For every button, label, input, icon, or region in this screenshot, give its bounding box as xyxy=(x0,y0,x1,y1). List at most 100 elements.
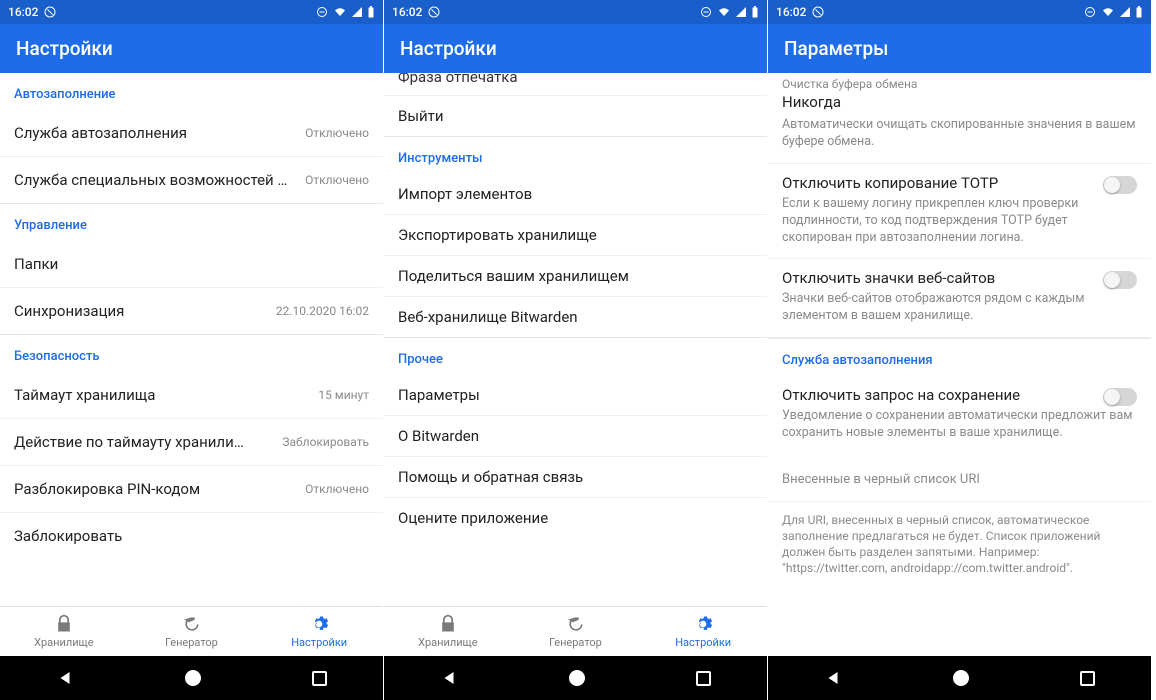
item-import[interactable]: Импорт элементов xyxy=(384,174,767,214)
section-other: Прочее xyxy=(384,337,767,375)
item-share-vault[interactable]: Поделиться вашим хранилищем xyxy=(384,255,767,296)
item-label: Служба специальных возможностей … xyxy=(14,171,287,189)
option-desc: Уведомление о сохранении автоматически п… xyxy=(782,408,1137,442)
nav-home-icon[interactable] xyxy=(185,670,201,686)
tab-settings[interactable]: Настройки xyxy=(255,607,383,656)
nav-home-icon[interactable] xyxy=(953,670,969,686)
bottom-tabs: Хранилище Генератор Настройки xyxy=(384,606,767,656)
option-disable-totp-copy[interactable]: Отключить копирование TOTP Если к вашему… xyxy=(768,164,1151,260)
toggle-switch[interactable] xyxy=(1103,388,1137,406)
option-title: Отключить значки веб-сайтов xyxy=(782,269,995,287)
item-vault-timeout[interactable]: Таймаут хранилища 15 минут xyxy=(0,372,383,418)
item-label: Служба автозаполнения xyxy=(14,124,187,142)
tab-vault[interactable]: Хранилище xyxy=(384,607,512,656)
wifi-icon xyxy=(1101,6,1115,18)
status-bar: 16:02 xyxy=(384,0,767,24)
dnd-icon xyxy=(699,6,713,18)
item-label: О Bitwarden xyxy=(398,427,479,445)
tab-label: Хранилище xyxy=(418,636,477,649)
tab-settings[interactable]: Настройки xyxy=(639,607,767,656)
item-label: Действие по таймауту хранили… xyxy=(14,433,244,451)
item-options[interactable]: Параметры xyxy=(384,375,767,415)
toggle-switch[interactable] xyxy=(1103,176,1137,194)
item-value: Отключено xyxy=(305,482,369,496)
tab-generator[interactable]: Генератор xyxy=(128,607,256,656)
option-clear-clipboard[interactable]: Очистка буфера обмена Никогда Автоматиче… xyxy=(768,73,1151,164)
status-icon xyxy=(812,6,824,18)
nav-back-icon[interactable] xyxy=(56,669,74,687)
app-bar: Настройки xyxy=(384,24,767,73)
tab-label: Настройки xyxy=(675,636,731,649)
item-folders[interactable]: Папки xyxy=(0,241,383,287)
screenshot-1: 16:02 Настройки Автозаполнение Служба ав… xyxy=(0,0,384,700)
item-web-vault[interactable]: Веб-хранилище Bitwarden xyxy=(384,296,767,337)
item-label: Экспортировать хранилище xyxy=(398,226,597,244)
item-help[interactable]: Помощь и обратная связь xyxy=(384,456,767,497)
item-label: Поделиться вашим хранилищем xyxy=(398,267,629,285)
settings-list[interactable]: Фраза отпечатка Выйти Инструменты Импорт… xyxy=(384,73,767,606)
status-time: 16:02 xyxy=(8,5,38,19)
toggle-switch[interactable] xyxy=(1103,271,1137,289)
tab-label: Генератор xyxy=(165,636,218,649)
status-bar: 16:02 xyxy=(768,0,1151,24)
nav-recent-icon[interactable] xyxy=(696,671,711,686)
battery-icon xyxy=(367,6,375,18)
refresh-icon xyxy=(182,614,202,634)
battery-icon xyxy=(751,6,759,18)
item-value: 15 минут xyxy=(318,388,369,402)
option-disable-save-prompt[interactable]: Отключить запрос на сохранение Уведомлен… xyxy=(768,376,1151,454)
section-autofill: Автозаполнение xyxy=(0,73,383,110)
screenshot-2: 16:02 Настройки Фраза отпечатка Выйти Ин… xyxy=(384,0,768,700)
item-sync[interactable]: Синхронизация 22.10.2020 16:02 xyxy=(0,287,383,334)
item-vault-timeout-action[interactable]: Действие по таймауту хранили… Заблокиров… xyxy=(0,418,383,465)
nav-recent-icon[interactable] xyxy=(312,671,327,686)
option-title: Отключить запрос на сохранение xyxy=(782,386,1020,404)
item-label: Синхронизация xyxy=(14,302,124,320)
status-icon xyxy=(428,6,440,18)
lock-icon xyxy=(54,614,74,634)
item-about[interactable]: О Bitwarden xyxy=(384,415,767,456)
option-disable-website-icons[interactable]: Отключить значки веб-сайтов Значки веб-с… xyxy=(768,259,1151,338)
item-value: Заблокировать xyxy=(282,435,369,449)
tab-label: Хранилище xyxy=(34,636,93,649)
page-title: Параметры xyxy=(784,37,888,60)
item-fingerprint-phrase[interactable]: Фраза отпечатка xyxy=(384,73,767,95)
item-pin-unlock[interactable]: Разблокировка PIN-кодом Отключено xyxy=(0,465,383,512)
section-manage: Управление xyxy=(0,203,383,241)
option-desc: Если к вашему логину прикреплен ключ про… xyxy=(782,196,1137,247)
section-tools: Инструменты xyxy=(384,136,767,174)
option-blacklisted-uris[interactable]: Внесенные в черный список URI xyxy=(768,454,1151,501)
item-label: Таймаут хранилища xyxy=(14,386,155,404)
settings-list[interactable]: Автозаполнение Служба автозаполнения Отк… xyxy=(0,73,383,606)
item-rate[interactable]: Оцените приложение xyxy=(384,497,767,538)
status-time: 16:02 xyxy=(392,5,422,19)
screenshot-3: 16:02 Параметры Очистка буфера обмена Ни… xyxy=(768,0,1152,700)
tab-vault[interactable]: Хранилище xyxy=(0,607,128,656)
system-nav xyxy=(0,656,383,700)
item-label: Заблокировать xyxy=(14,527,122,545)
system-nav xyxy=(384,656,767,700)
wifi-icon xyxy=(333,6,347,18)
options-list[interactable]: Очистка буфера обмена Никогда Автоматиче… xyxy=(768,73,1151,656)
item-accessibility-service[interactable]: Служба специальных возможностей … Отключ… xyxy=(0,156,383,203)
option-label: Внесенные в черный список URI xyxy=(782,472,1137,487)
item-label: Параметры xyxy=(398,386,480,404)
item-label: Разблокировка PIN-кодом xyxy=(14,480,200,498)
item-autofill-service[interactable]: Служба автозаполнения Отключено xyxy=(0,110,383,156)
item-label: Веб-хранилище Bitwarden xyxy=(398,308,578,326)
nav-back-icon[interactable] xyxy=(440,669,458,687)
tab-label: Генератор xyxy=(549,636,602,649)
app-bar: Параметры xyxy=(768,24,1151,73)
dnd-icon xyxy=(1083,6,1097,18)
tab-generator[interactable]: Генератор xyxy=(512,607,640,656)
nav-back-icon[interactable] xyxy=(824,669,842,687)
status-time: 16:02 xyxy=(776,5,806,19)
status-icon xyxy=(44,6,56,18)
item-label: Оцените приложение xyxy=(398,509,548,527)
item-label: Помощь и обратная связь xyxy=(398,468,583,486)
item-logout[interactable]: Выйти xyxy=(384,95,767,136)
item-export-vault[interactable]: Экспортировать хранилище xyxy=(384,214,767,255)
nav-home-icon[interactable] xyxy=(569,670,585,686)
item-lock[interactable]: Заблокировать xyxy=(0,512,383,559)
nav-recent-icon[interactable] xyxy=(1080,671,1095,686)
